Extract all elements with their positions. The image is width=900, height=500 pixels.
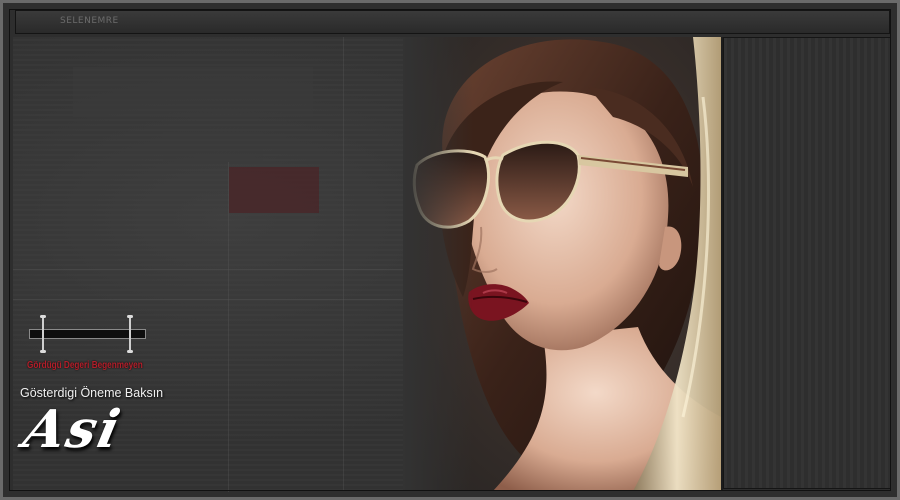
background-shape	[73, 67, 313, 117]
right-texture-panel	[723, 37, 891, 489]
background-shape	[163, 132, 263, 162]
signature-text: Asi	[18, 399, 127, 460]
slider-handle-right	[127, 315, 133, 353]
title-bar: SELENEMRE	[15, 10, 890, 34]
background-grid-line	[13, 269, 413, 270]
woman-with-sunglasses-illustration	[403, 37, 721, 491]
title-bar-text: SELENEMRE	[60, 16, 119, 26]
signature-tag-frame: SELENEMRE Gördügü Degeri Begenmeyen Göst…	[0, 0, 900, 500]
portrait-edge-fade	[403, 37, 721, 491]
background-grid-line	[343, 37, 344, 491]
tagline-red: Gördügü Degeri Begenmeyen	[27, 360, 143, 371]
background-grid-line	[13, 299, 413, 300]
slider-handle-left	[40, 315, 46, 353]
tagline-white: Gösterdigi Öneme Baksın	[20, 386, 164, 400]
red-accent-block	[229, 167, 319, 213]
